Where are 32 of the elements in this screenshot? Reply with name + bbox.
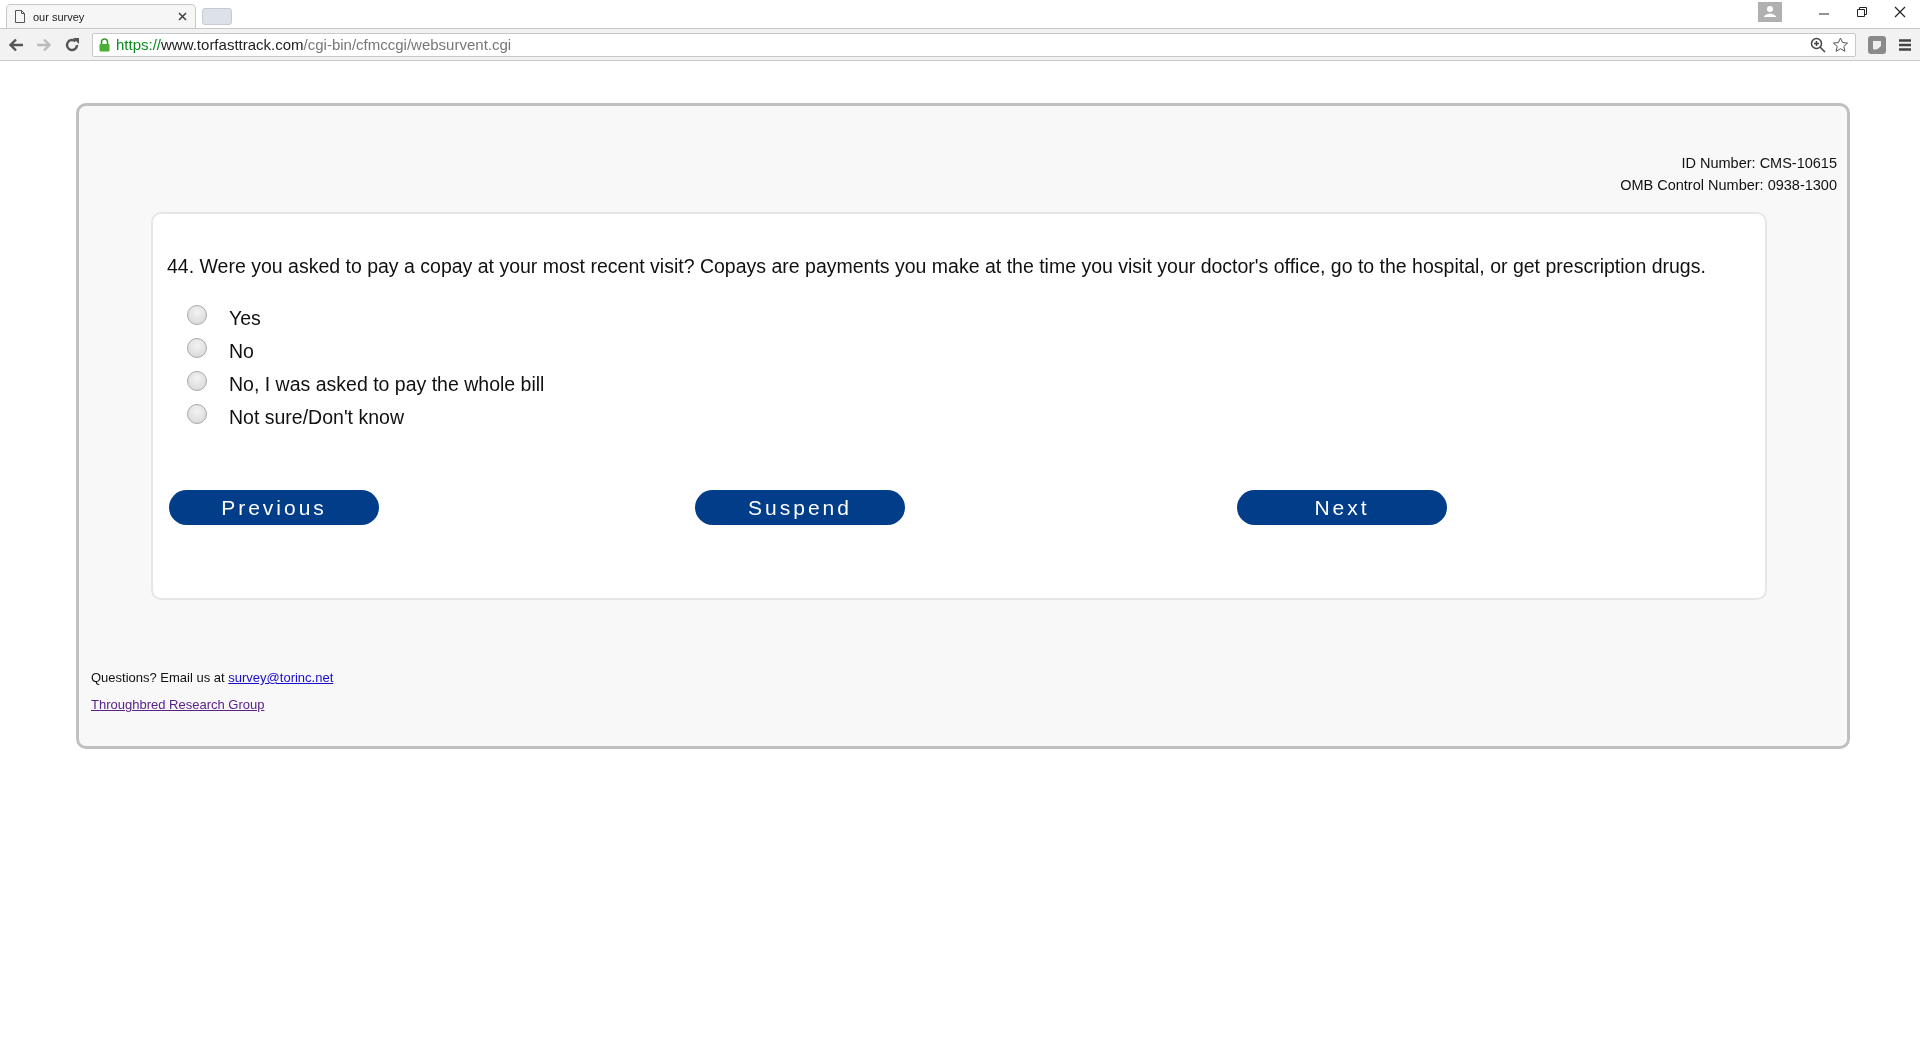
star-icon[interactable] — [1832, 36, 1849, 53]
page-icon — [15, 10, 25, 23]
option-label[interactable]: No — [229, 339, 254, 363]
radio-button[interactable] — [187, 305, 207, 325]
question-text: 44. Were you asked to pay a copay at your most recent visit? Copays are payments you make at the time you visit your doctor's office, go to the hospital, or get prescription drugs. — [167, 254, 1707, 279]
back-icon[interactable] — [8, 37, 24, 52]
radio-button[interactable] — [187, 338, 207, 358]
radio-button[interactable] — [187, 404, 207, 424]
restore-icon[interactable] — [1856, 6, 1868, 18]
browser-tab[interactable]: our survey — [6, 4, 196, 28]
company-link[interactable]: Throughbred Research Group — [91, 697, 265, 712]
id-number-text: ID Number: CMS-10615 — [1681, 154, 1837, 173]
suspend-button[interactable]: Suspend — [695, 490, 905, 525]
forward-icon[interactable] — [36, 37, 52, 52]
url-text: https://www.torfasttrack.com/cgi-bin/cfmccgi/websurvent.cgi — [116, 36, 513, 53]
address-bar[interactable]: https://www.torfasttrack.com/cgi-bin/cfmccgi/websurvent.cgi — [92, 32, 1856, 57]
extension-icon[interactable] — [1868, 35, 1886, 54]
radio-button[interactable] — [187, 371, 207, 391]
lock-icon — [99, 37, 110, 52]
previous-button[interactable]: Previous — [169, 490, 379, 525]
option-label[interactable]: No, I was asked to pay the whole bill — [229, 372, 545, 396]
option-label[interactable]: Yes — [229, 306, 261, 330]
contact-text: Questions? Email us at survey@torinc.net — [91, 670, 335, 685]
option-label[interactable]: Not sure/Don't know — [229, 405, 404, 429]
close-icon[interactable] — [1894, 6, 1906, 18]
reload-icon[interactable] — [64, 36, 80, 53]
menu-icon[interactable] — [1898, 37, 1912, 52]
zoom-icon[interactable] — [1810, 36, 1826, 53]
omb-number-text: OMB Control Number: 0938-1300 — [1620, 176, 1837, 195]
email-link[interactable]: survey@torinc.net — [228, 670, 334, 685]
next-button[interactable]: Next — [1237, 490, 1447, 525]
close-icon[interactable] — [178, 12, 187, 21]
